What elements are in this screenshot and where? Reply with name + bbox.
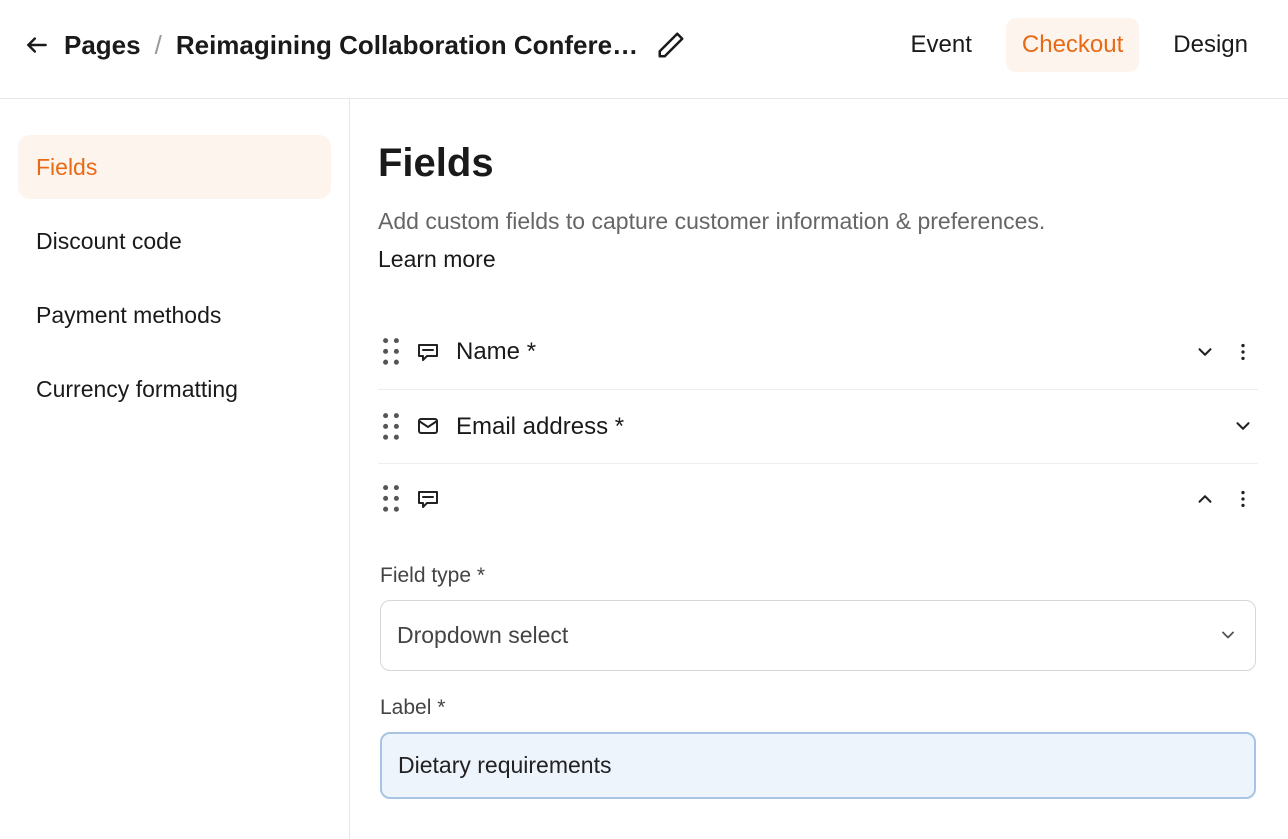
sidebar-item-discount-code[interactable]: Discount code (18, 209, 331, 273)
tab-event[interactable]: Event (895, 18, 988, 72)
page-subtitle: Add custom fields to capture customer in… (378, 205, 1258, 275)
tab-checkout[interactable]: Checkout (1006, 18, 1139, 72)
chevron-down-icon (1218, 625, 1238, 645)
drag-handle-icon[interactable] (382, 337, 400, 366)
sidebar-item-currency-formatting[interactable]: Currency formatting (18, 357, 331, 421)
chevron-down-icon[interactable] (1232, 415, 1254, 437)
message-icon (416, 487, 440, 511)
breadcrumb: Pages / Reimagining Collaboration Confer… (24, 27, 895, 63)
learn-more-link[interactable]: Learn more (378, 243, 496, 275)
breadcrumb-separator: / (155, 27, 162, 63)
kebab-menu-icon[interactable] (1232, 488, 1254, 510)
tab-design[interactable]: Design (1157, 18, 1264, 72)
field-row-new (378, 464, 1258, 533)
breadcrumb-root[interactable]: Pages (64, 27, 141, 63)
kebab-menu-icon[interactable] (1232, 341, 1254, 363)
label-input[interactable] (380, 732, 1256, 799)
header: Pages / Reimagining Collaboration Confer… (0, 0, 1288, 99)
chevron-down-icon[interactable] (1194, 341, 1216, 363)
pencil-icon[interactable] (656, 30, 686, 60)
field-list: Name * Email address * (378, 315, 1258, 799)
layout: Fields Discount code Payment methods Cur… (0, 99, 1288, 839)
label-input-label: Label * (380, 693, 1256, 722)
message-icon (416, 340, 440, 364)
field-label: Name * (456, 335, 1178, 369)
field-type-label: Field type * (380, 561, 1256, 590)
main: Fields Add custom fields to capture cust… (350, 99, 1288, 839)
back-arrow-icon[interactable] (24, 32, 50, 58)
field-editor: Field type * Dropdown select Label * (378, 533, 1258, 799)
sidebar-item-fields[interactable]: Fields (18, 135, 331, 199)
field-type-value[interactable]: Dropdown select (380, 600, 1256, 670)
page-title: Fields (378, 135, 1258, 191)
chevron-up-icon[interactable] (1194, 488, 1216, 510)
drag-handle-icon[interactable] (382, 484, 400, 513)
field-row-name: Name * (378, 315, 1258, 390)
sidebar-item-payment-methods[interactable]: Payment methods (18, 283, 331, 347)
field-type-select[interactable]: Dropdown select (380, 600, 1256, 670)
field-label: Email address * (456, 410, 1216, 444)
header-tabs: Event Checkout Design (895, 18, 1264, 72)
mail-icon (416, 414, 440, 438)
sidebar: Fields Discount code Payment methods Cur… (0, 99, 350, 839)
drag-handle-icon[interactable] (382, 412, 400, 441)
breadcrumb-title: Reimagining Collaboration Confere… (176, 27, 638, 63)
page-subtitle-text: Add custom fields to capture customer in… (378, 208, 1045, 234)
field-row-email: Email address * (378, 390, 1258, 465)
